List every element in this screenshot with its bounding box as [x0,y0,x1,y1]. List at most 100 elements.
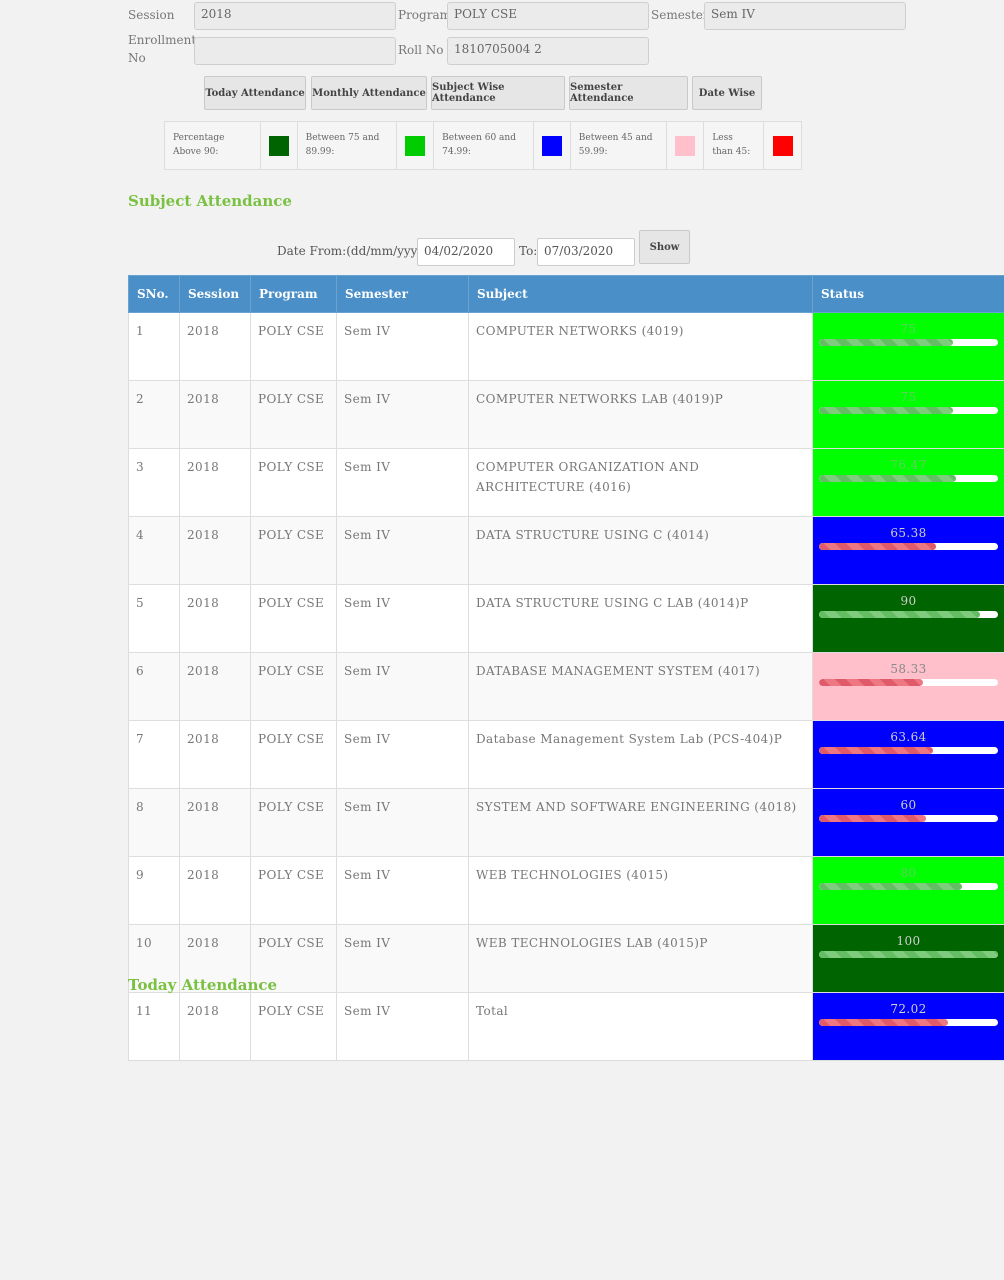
session-field[interactable]: 2018 [194,2,396,30]
cell-semester: Sem IV [336,924,469,993]
cell-semester: Sem IV [336,448,469,517]
table-header-row: SNo. Session Program Semester Subject St… [128,275,1004,313]
semester-field[interactable]: Sem IV [704,2,906,30]
header-program: Program [250,275,337,313]
cell-subject: COMPUTER NETWORKS LAB (4019)P [468,380,813,449]
legend-color-swatch [268,135,289,156]
cell-subject: WEB TECHNOLOGIES LAB (4015)P [468,924,813,993]
roll-label: Roll No [398,43,444,57]
legend-swatch-above-90 [261,122,298,169]
status-progress-fill [819,679,924,686]
status-progress-fill [819,815,927,822]
table-row: 5 2018 POLY CSE Sem IV DATA STRUCTURE USING … [128,584,1004,653]
cell-subject: DATA STRUCTURE USING C LAB (4014)P [468,584,813,653]
cell-session: 2018 [179,380,251,449]
cell-program: POLY CSE [250,992,337,1061]
cell-semester: Sem IV [336,312,469,381]
table-row: 8 2018 POLY CSE Sem IV SYSTEM AND SOFTWARE E… [128,788,1004,857]
status-progress-fill [819,611,981,618]
status-percentage: 76.47 [890,458,927,472]
cell-program: POLY CSE [250,516,337,585]
cell-subject: WEB TECHNOLOGIES (4015) [468,856,813,925]
legend-swatch-below-45 [764,122,801,169]
status-progress-fill [819,883,963,890]
status-progress-fill [819,747,933,754]
cell-status: 75 [812,380,1004,449]
cell-sno: 6 [128,652,180,721]
today-attendance-button[interactable]: Today Attendance [204,76,306,110]
date-from-input[interactable]: 04/02/2020 [417,238,515,266]
enrollment-label: Enrollment No [128,33,197,65]
cell-subject: COMPUTER NETWORKS (4019) [468,312,813,381]
date-to-label: To: [519,244,538,258]
date-wise-button[interactable]: Date Wise [692,76,762,110]
show-button[interactable]: Show [639,230,690,264]
cell-sno: 2 [128,380,180,449]
cell-session: 2018 [179,720,251,789]
cell-sno: 9 [128,856,180,925]
status-progress-fill [819,543,937,550]
today-attendance-title: Today Attendance [128,976,278,994]
status-progress-bar [819,611,998,618]
status-progress-fill [819,407,954,414]
cell-semester: Sem IV [336,652,469,721]
table-row: 9 2018 POLY CSE Sem IV WEB TECHNOLOGIES (401… [128,856,1004,925]
monthly-attendance-button[interactable]: Monthly Attendance [311,76,427,110]
enrollment-field[interactable] [194,37,396,65]
header-subject: Subject [468,275,813,313]
status-percentage: 63.64 [890,730,927,744]
cell-semester: Sem IV [336,584,469,653]
status-progress-bar [819,407,998,414]
cell-semester: Sem IV [336,380,469,449]
cell-sno: 5 [128,584,180,653]
cell-session: 2018 [179,312,251,381]
status-percentage: 90 [900,594,917,608]
cell-subject: DATABASE MANAGEMENT SYSTEM (4017) [468,652,813,721]
cell-session: 2018 [179,788,251,857]
table-row: 2 2018 POLY CSE Sem IV COMPUTER NETWORKS LAB… [128,380,1004,449]
program-field[interactable]: POLY CSE [447,2,649,30]
status-percentage: 75 [900,390,917,404]
status-progress-bar [819,543,998,550]
date-to-input[interactable]: 07/03/2020 [537,238,635,266]
semester-label: Semester [651,8,709,22]
cell-status: 63.64 [812,720,1004,789]
legend-swatch-45-59 [667,122,705,169]
cell-program: POLY CSE [250,788,337,857]
session-label: Session [128,8,175,22]
legend-color-swatch [541,135,562,156]
status-progress-bar [819,679,998,686]
status-progress-bar [819,815,998,822]
date-from-label: Date From:(dd/mm/yyyy) [277,244,429,258]
cell-semester: Sem IV [336,516,469,585]
header-session: Session [179,275,251,313]
semester-attendance-button[interactable]: Semester Attendance [569,76,688,110]
status-progress-fill [819,475,956,482]
cell-session: 2018 [179,652,251,721]
header-semester: Semester [336,275,469,313]
legend-color-swatch [772,135,793,156]
cell-subject: Database Management System Lab (PCS-404)… [468,720,813,789]
subject-wise-attendance-button[interactable]: Subject Wise Attendance [431,76,565,110]
status-progress-bar [819,475,998,482]
table-row: 4 2018 POLY CSE Sem IV DATA STRUCTURE USING … [128,516,1004,585]
status-percentage: 72.02 [890,1002,927,1016]
roll-field[interactable]: 1810705004 2 [447,37,649,65]
subject-attendance-title: Subject Attendance [128,192,292,210]
cell-sno: 11 [128,992,180,1061]
legend-label-above-90: Percentage Above 90: [165,122,261,169]
header-status: Status [812,275,1004,313]
program-label: Program [398,8,451,22]
cell-subject: COMPUTER ORGANIZATION AND ARCHITECTURE (… [468,448,813,517]
legend-label-60-74: Between 60 and 74.99: [434,122,534,169]
cell-program: POLY CSE [250,380,337,449]
status-progress-fill [819,339,954,346]
cell-subject: SYSTEM AND SOFTWARE ENGINEERING (4018) [468,788,813,857]
cell-session: 2018 [179,992,251,1061]
cell-program: POLY CSE [250,312,337,381]
cell-program: POLY CSE [250,856,337,925]
status-percentage: 60 [900,798,917,812]
legend-color-swatch [675,135,696,156]
status-percentage: 65.38 [890,526,927,540]
cell-semester: Sem IV [336,720,469,789]
